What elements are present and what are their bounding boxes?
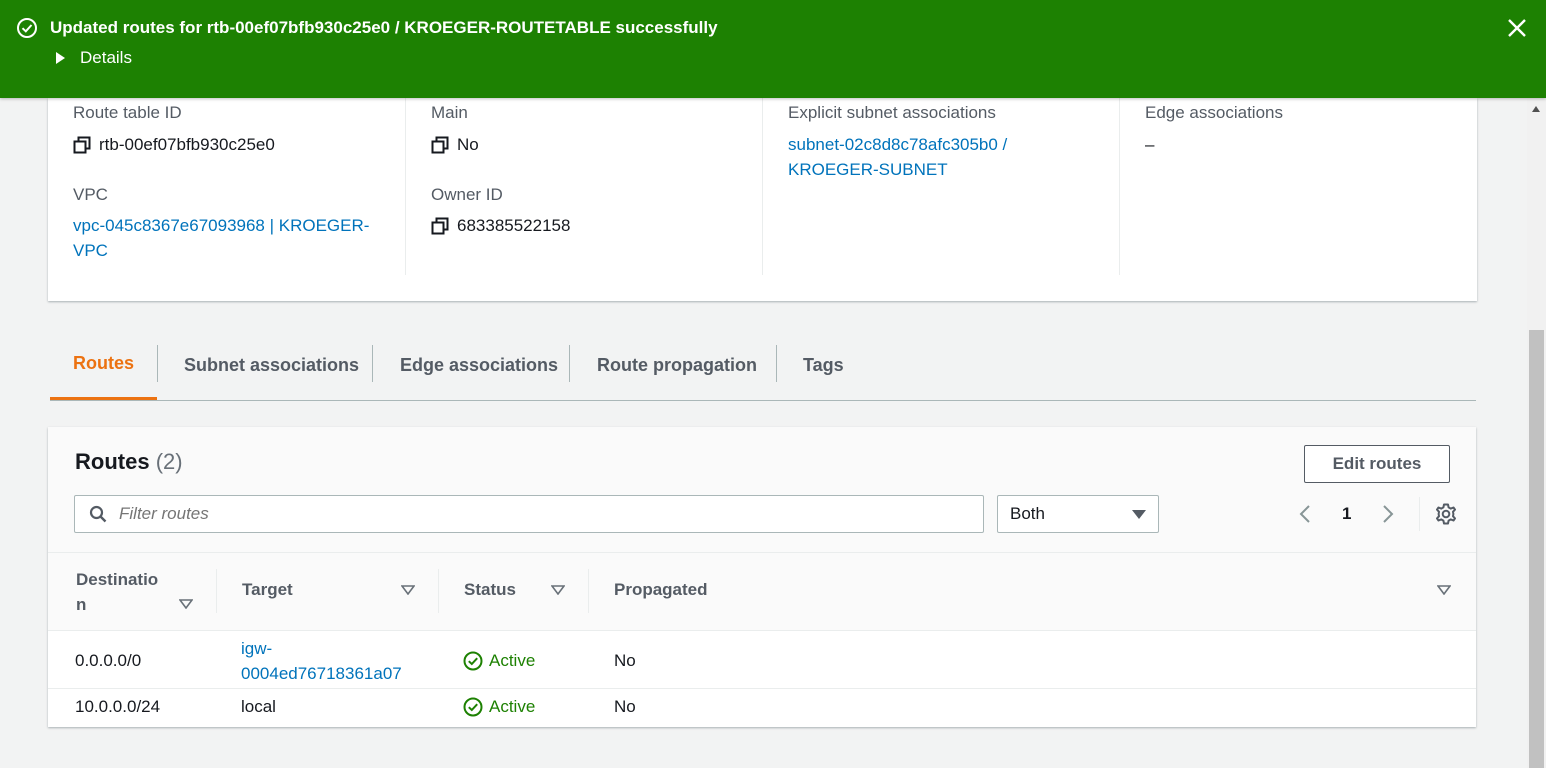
- destination-header-line2: n: [76, 595, 87, 614]
- flash-details-toggle[interactable]: Details: [56, 48, 132, 68]
- tab-separator: [157, 345, 158, 382]
- status-ok-icon: [463, 651, 483, 670]
- edit-routes-button[interactable]: Edit routes: [1304, 445, 1450, 483]
- chevron-right-icon[interactable]: [1375, 502, 1399, 526]
- edge-associations-label: Edge associations: [1145, 103, 1283, 122]
- sort-icon[interactable]: [401, 585, 415, 595]
- column-divider: [1119, 98, 1120, 275]
- propagated-header-label: Propagated: [614, 580, 708, 599]
- tab-subnet-associations[interactable]: Subnet associations: [184, 330, 359, 400]
- pagination: 1: [1294, 497, 1458, 531]
- cell-destination: 10.0.0.0/24: [75, 697, 161, 716]
- destination-header-line1: Destinatio: [76, 570, 159, 589]
- owner-id-text: 683385522158: [457, 216, 571, 235]
- route-table-id-label: Route table ID: [73, 103, 182, 122]
- route-table-tabs: Routes Subnet associations Edge associat…: [50, 330, 1476, 401]
- table-row: 10.0.0.0/24 local Active No: [48, 689, 1476, 727]
- close-icon[interactable]: [1506, 17, 1528, 39]
- column-divider: [762, 98, 763, 275]
- target-link-line1: igw-: [241, 639, 273, 658]
- route-table-details-card: Route table ID rtb-00ef07bfb930c25e0 VPC…: [48, 98, 1477, 301]
- routes-panel: Routes (2) Edit routes Both 1: [48, 427, 1476, 727]
- explicit-subnet-line2: KROEGER-SUBNET: [788, 160, 948, 179]
- details-column-2: Main No Owner ID 683385522158: [431, 98, 763, 275]
- main-label: Main: [431, 103, 468, 122]
- search-icon: [89, 505, 107, 523]
- explicit-subnet-line1: subnet-02c8d8c78afc305b0 /: [788, 135, 1008, 154]
- target-header-label: Target: [242, 580, 293, 599]
- main-value-text: No: [457, 135, 479, 154]
- tab-separator: [372, 345, 373, 382]
- details-column-3: Explicit subnet associations subnet-02c8…: [788, 98, 1120, 275]
- column-header-destination[interactable]: Destinatio n: [48, 553, 216, 631]
- vpc-label: VPC: [73, 185, 108, 204]
- cell-status: Active: [463, 694, 535, 719]
- tab-route-propagation[interactable]: Route propagation: [597, 330, 757, 400]
- tab-tags[interactable]: Tags: [803, 330, 844, 400]
- column-divider: [405, 98, 406, 275]
- details-column-4: Edge associations –: [1145, 98, 1455, 275]
- success-flash-banner: Updated routes for rtb-00ef07bfb930c25e0…: [0, 0, 1546, 98]
- chevron-left-icon[interactable]: [1294, 502, 1318, 526]
- tab-edge-associations[interactable]: Edge associations: [400, 330, 558, 400]
- cell-target-link[interactable]: igw- 0004ed76718361a07: [241, 636, 402, 686]
- copy-icon[interactable]: [431, 217, 449, 235]
- details-column-1: Route table ID rtb-00ef07bfb930c25e0 VPC…: [73, 98, 405, 275]
- sort-icon[interactable]: [1437, 585, 1451, 595]
- flash-message: Updated routes for rtb-00ef07bfb930c25e0…: [50, 18, 718, 37]
- route-table-id-value: rtb-00ef07bfb930c25e0: [73, 132, 275, 157]
- filter-routes-input[interactable]: [119, 504, 969, 524]
- cell-destination: 0.0.0.0/0: [75, 651, 142, 670]
- routes-count: (2): [155, 449, 183, 474]
- routes-panel-header: Routes (2) Edit routes Both 1: [48, 427, 1476, 553]
- cell-target: local: [241, 697, 276, 716]
- tab-separator: [776, 345, 777, 382]
- owner-id-value: 683385522158: [431, 213, 570, 238]
- scroll-up-arrow-icon[interactable]: [1532, 106, 1540, 112]
- sort-icon[interactable]: [179, 599, 193, 609]
- vpc-link[interactable]: vpc-045c8367e67093968 | KROEGER- VPC: [73, 213, 369, 263]
- status-text: Active: [489, 697, 536, 716]
- status-header-label: Status: [464, 580, 516, 599]
- caret-down-icon: [1132, 509, 1146, 519]
- edge-associations-value: –: [1145, 135, 1155, 154]
- route-table-id-text: rtb-00ef07bfb930c25e0: [99, 135, 275, 154]
- cell-propagated: No: [614, 697, 636, 716]
- routes-title: Routes (2): [75, 449, 183, 475]
- success-check-icon: [17, 18, 37, 38]
- scrollbar-thumb[interactable]: [1529, 330, 1544, 768]
- flash-details-label: Details: [80, 48, 132, 67]
- propagation-filter-select[interactable]: Both: [997, 495, 1159, 533]
- owner-id-label: Owner ID: [431, 185, 503, 204]
- filter-routes-field[interactable]: [74, 495, 984, 533]
- status-text: Active: [489, 651, 536, 670]
- gear-icon[interactable]: [1434, 502, 1458, 526]
- table-row: 0.0.0.0/0 igw- 0004ed76718361a07 Active …: [48, 632, 1476, 689]
- copy-icon[interactable]: [73, 136, 91, 154]
- explicit-subnet-link[interactable]: subnet-02c8d8c78afc305b0 / KROEGER-SUBNE…: [788, 132, 1007, 182]
- routes-table-header: Destinatio n Target Status Propagated: [48, 553, 1476, 631]
- cell-propagated: No: [614, 651, 636, 670]
- main-value: No: [431, 132, 479, 157]
- tab-separator: [569, 345, 570, 382]
- routes-title-text: Routes: [75, 449, 150, 474]
- destination-header-label: Destinatio n: [76, 567, 158, 617]
- vpc-link-line2: VPC: [73, 241, 108, 260]
- caret-right-icon: [56, 52, 65, 64]
- column-header-status[interactable]: Status: [439, 553, 588, 631]
- column-header-propagated[interactable]: Propagated: [589, 553, 1476, 631]
- vpc-link-line1: vpc-045c8367e67093968 | KROEGER-: [73, 216, 370, 235]
- copy-icon[interactable]: [431, 136, 449, 154]
- target-link-line2: 0004ed76718361a07: [241, 664, 402, 683]
- explicit-subnet-label: Explicit subnet associations: [788, 103, 996, 122]
- pager-divider: [1419, 497, 1421, 531]
- page-scrollbar[interactable]: [1527, 98, 1546, 768]
- select-value: Both: [1010, 504, 1045, 523]
- page-number[interactable]: 1: [1342, 504, 1351, 524]
- column-header-target[interactable]: Target: [217, 553, 438, 631]
- tab-routes[interactable]: Routes: [50, 330, 157, 400]
- cell-status: Active: [463, 648, 535, 673]
- status-ok-icon: [463, 697, 483, 716]
- sort-icon[interactable]: [551, 585, 565, 595]
